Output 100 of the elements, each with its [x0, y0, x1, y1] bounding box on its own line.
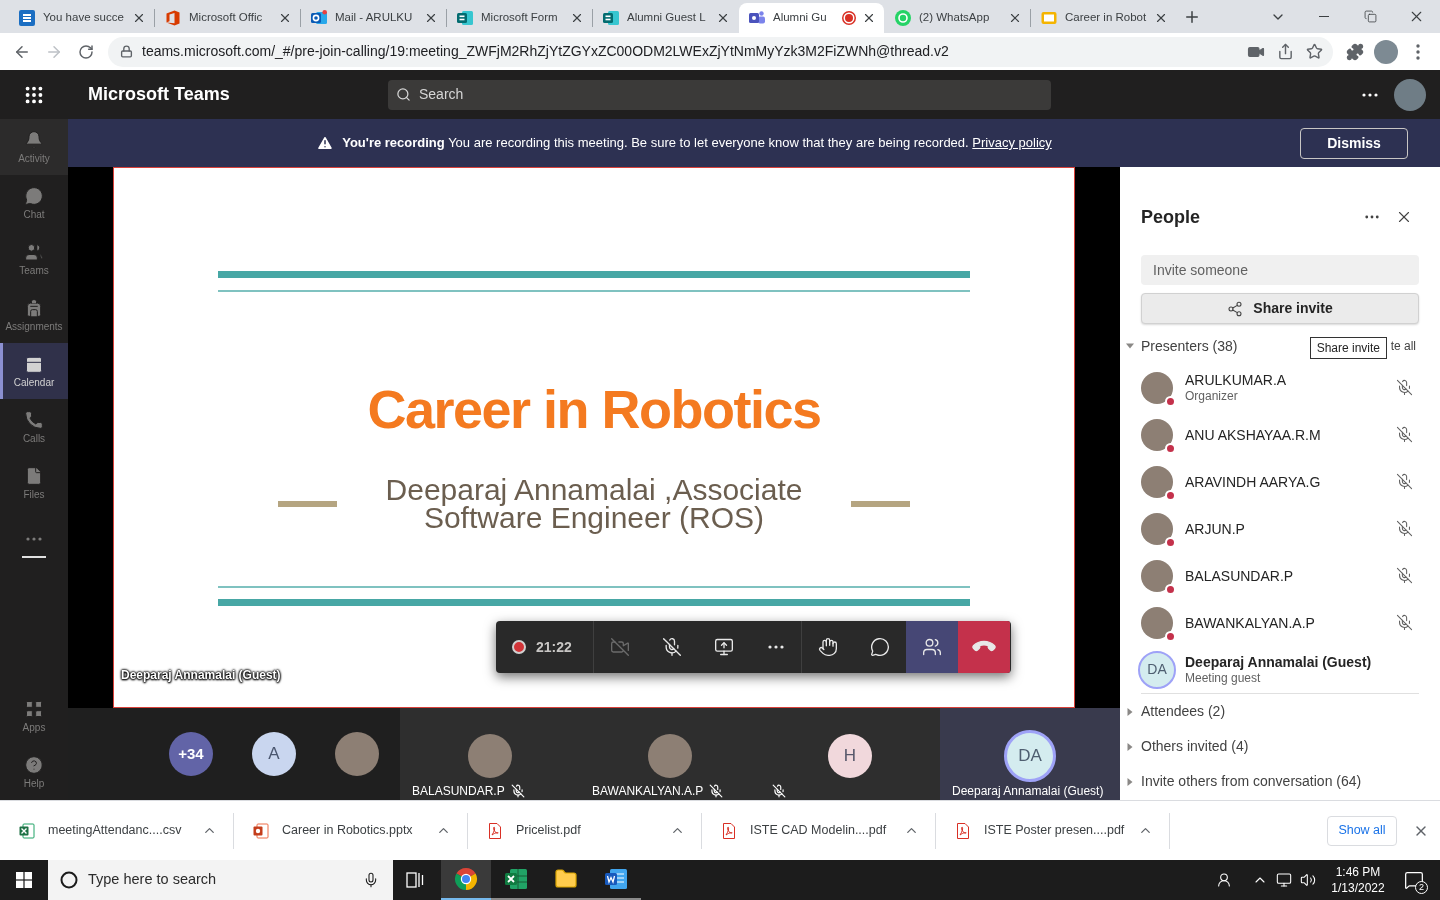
hang-up-button[interactable]: [958, 621, 1010, 673]
browser-tab[interactable]: Microsoft Form: [447, 3, 592, 33]
search-icon: [396, 87, 411, 102]
task-view-icon: [406, 872, 424, 888]
accent-bar: [851, 501, 910, 507]
favicon-icon: [311, 10, 327, 26]
mic-off-icon: [662, 637, 682, 657]
section-heading[interactable]: Presenters (38): [1126, 335, 1238, 357]
app-bar-item[interactable]: Apps: [0, 688, 68, 744]
close-tab-icon[interactable]: [862, 11, 876, 25]
backpack-icon: [24, 297, 44, 318]
caret-right-icon: [1126, 742, 1134, 751]
chat-bubble-icon: [24, 185, 44, 206]
camera-off-icon: [610, 637, 630, 657]
browser-tab[interactable]: Alumni Gu: [739, 3, 884, 33]
slide-title: Career in Robotics: [367, 378, 821, 440]
section-heading[interactable]: Invite others from conversation (64): [1126, 771, 1362, 792]
download-item[interactable]: Career in Robotics.pptx: [234, 812, 468, 849]
close-tab-icon[interactable]: [1008, 11, 1022, 25]
taskbar-app-button[interactable]: [441, 860, 491, 900]
download-item[interactable]: ISTE Poster presen....pdf: [936, 812, 1170, 849]
initials-avatar: A: [252, 732, 296, 776]
phone-icon: [24, 409, 44, 430]
app-bar-item[interactable]: Files: [0, 455, 68, 511]
browser-tab[interactable]: Alumni Guest L: [593, 3, 738, 33]
more-icon: [766, 645, 785, 649]
participant-role: Organizer: [1185, 389, 1239, 404]
avatar-photo: [1141, 559, 1173, 592]
privacy-policy-link[interactable]: Privacy policy: [972, 135, 1052, 151]
clock-button[interactable]: 1:46 PM 1/13/2022: [1326, 860, 1390, 900]
download-item[interactable]: ISTE CAD Modelin....pdf: [702, 812, 936, 849]
apps-grid-icon: [24, 698, 44, 719]
windows-logo-icon: [16, 872, 32, 888]
more-icon: [1362, 92, 1378, 97]
minimize-icon: [1319, 16, 1329, 17]
section-heading[interactable]: Others invited (4): [1126, 736, 1249, 757]
invite-field[interactable]: Invite someone: [1141, 255, 1419, 285]
browser-tab[interactable]: Microsoft Offic: [155, 3, 300, 33]
close-tab-icon[interactable]: [1154, 11, 1168, 25]
participant-name: Deeparaj Annamalai (Guest): [1185, 653, 1372, 671]
app-bar-item[interactable]: Teams: [0, 231, 68, 287]
close-tab-icon[interactable]: [716, 11, 730, 25]
close-tab-icon[interactable]: [132, 11, 146, 25]
favicon-icon: [603, 10, 619, 26]
app-title: Microsoft Teams: [88, 84, 230, 104]
people-group-icon: [24, 241, 44, 262]
app-bar-item[interactable]: Chat: [0, 175, 68, 231]
tooltip: Share invite: [1309, 337, 1387, 359]
taskbar-search-field[interactable]: Type here to search: [48, 860, 393, 900]
close-tab-icon[interactable]: [570, 11, 584, 25]
browser-tab[interactable]: You have succe: [9, 3, 154, 33]
network-icon[interactable]: [1276, 872, 1292, 888]
call-timer: 21:22: [536, 637, 572, 657]
share-invite-button[interactable]: Share invite: [1141, 293, 1419, 324]
more-participants-button[interactable]: +34: [169, 732, 213, 776]
document-app-icon: [604, 867, 628, 891]
favicon-icon: [165, 10, 181, 26]
participant-name: ARAVINDH AARYA.G: [1185, 472, 1321, 491]
app-bar-item[interactable]: Assignments: [0, 287, 68, 343]
section-heading[interactable]: Attendees (2): [1126, 701, 1226, 722]
app-bar-item[interactable]: Calls: [0, 399, 68, 455]
close-tab-icon[interactable]: [278, 11, 292, 25]
panel-title: People: [1141, 205, 1201, 229]
browser-logo-icon: [454, 867, 478, 891]
address-bar[interactable]: teams.microsoft.com/_#/pre-join-calling/19:meeting_ZWFjM2RhZjYtZGYxZC00ODM2LWExZjYtNmMyYzk3M2FiZWNh@thread.v2: [108, 36, 1333, 67]
browser-tab[interactable]: (2) WhatsApp: [885, 3, 1030, 33]
initials-avatar: H: [828, 734, 872, 778]
person-icon[interactable]: [1216, 872, 1232, 888]
participants-button[interactable]: [906, 621, 958, 673]
restore-icon: [1363, 10, 1377, 23]
dismiss-button[interactable]: Dismiss: [1300, 127, 1408, 159]
folder-icon: [554, 867, 578, 891]
pdf-file-icon: [487, 822, 503, 839]
show-all-button[interactable]: Show all: [1327, 815, 1397, 846]
favicon-icon: [1041, 10, 1057, 26]
app-bar-item[interactable]: Help: [0, 744, 68, 800]
browser-tab[interactable]: Mail - ARULKU: [301, 3, 446, 33]
warning-icon: [316, 134, 335, 152]
puzzle-icon: [1346, 42, 1364, 61]
close-tab-icon[interactable]: [424, 11, 438, 25]
notifications-button[interactable]: 2: [1396, 860, 1432, 900]
share-icon[interactable]: [1277, 43, 1294, 60]
avatar-photo: [648, 734, 692, 778]
avatar-photo[interactable]: [1394, 78, 1426, 111]
volume-icon[interactable]: [1300, 872, 1316, 888]
initials-avatar: DA: [1004, 730, 1056, 782]
search-field[interactable]: Search: [388, 79, 1051, 110]
browser-tab[interactable]: Career in Robot: [1031, 3, 1176, 33]
participant-name: BAWANKALYAN.A.P: [592, 783, 704, 800]
avatar-photo: [1141, 512, 1173, 545]
download-item[interactable]: Pricelist.pdf: [468, 812, 702, 849]
section-action-button[interactable]: te all: [1390, 337, 1416, 355]
avatar-photo[interactable]: [1374, 39, 1398, 64]
pdf-file-icon: [721, 822, 737, 839]
reload-icon: [78, 43, 94, 60]
caret-right-icon: [1126, 777, 1134, 786]
caret-down-icon: [1126, 342, 1134, 350]
bookmark-star-icon[interactable]: [1306, 43, 1323, 60]
app-bar-item[interactable]: Calendar: [0, 343, 68, 399]
download-item[interactable]: meetingAttendanc....csv: [0, 812, 234, 849]
